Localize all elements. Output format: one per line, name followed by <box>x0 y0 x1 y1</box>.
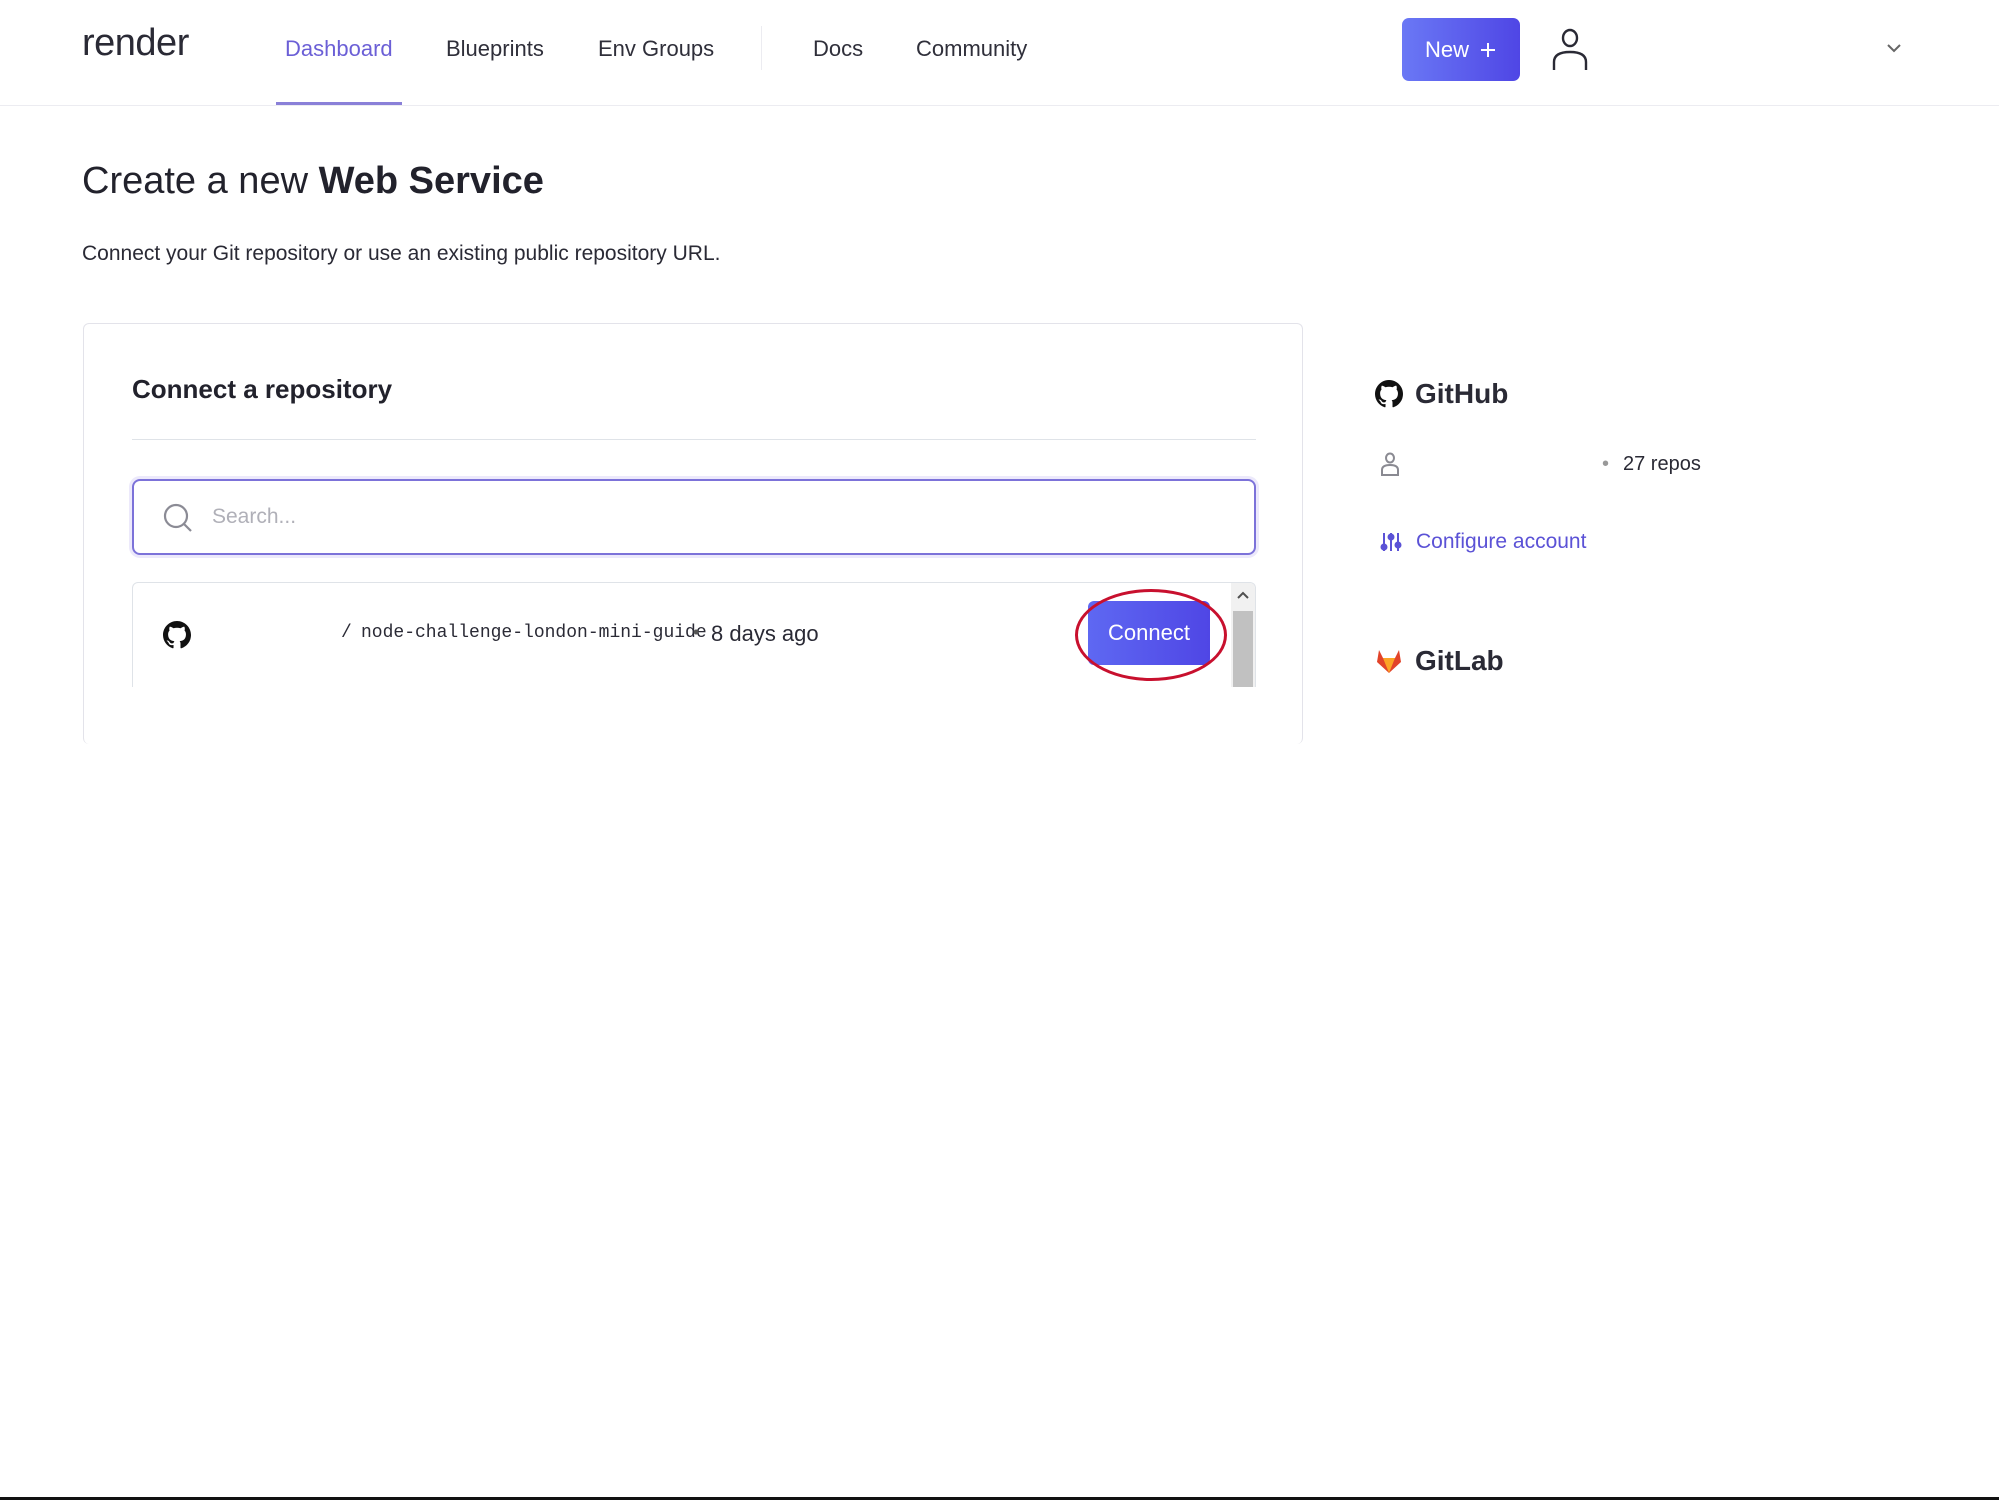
plus-icon <box>1481 42 1495 57</box>
nav-dashboard[interactable]: Dashboard <box>285 36 393 62</box>
nav-env-groups[interactable]: Env Groups <box>598 36 714 62</box>
search-input[interactable] <box>210 491 1214 543</box>
render-logo[interactable]: render <box>82 22 189 65</box>
page-subtitle: Connect your Git repository or use an ex… <box>82 242 721 265</box>
new-button-label: New <box>1424 36 1469 62</box>
gitlab-icon <box>1377 650 1401 673</box>
search-icon <box>163 503 192 532</box>
list-scrollbar[interactable] <box>1231 583 1255 687</box>
configure-account-link[interactable]: Configure account <box>1380 530 1586 554</box>
user-icon <box>1381 452 1399 476</box>
nav-divider <box>761 26 762 70</box>
repo-search-box[interactable] <box>132 479 1256 555</box>
divider <box>132 439 1256 440</box>
nav-blueprints[interactable]: Blueprints <box>446 36 544 62</box>
scroll-up-button[interactable] <box>1231 583 1255 607</box>
top-nav: render Dashboard Blueprints Env Groups D… <box>0 0 1999 106</box>
sliders-icon <box>1380 533 1402 551</box>
user-icon[interactable] <box>1548 26 1592 72</box>
repository-list: / node-challenge-london-mini-guide • 8 d… <box>132 582 1256 687</box>
chevron-down-icon[interactable] <box>1882 36 1906 60</box>
connect-repository-card: Connect a repository / node-challenge-lo… <box>83 323 1303 744</box>
new-button[interactable]: New <box>1402 18 1520 81</box>
bullet-separator: • <box>1602 453 1610 475</box>
scrollbar-thumb[interactable] <box>1233 611 1253 687</box>
repo-list-item: / node-challenge-london-mini-guide • 8 d… <box>133 583 1229 687</box>
repo-updated-time: 8 days ago <box>711 621 819 646</box>
github-label: GitHub <box>1415 378 1509 409</box>
repo-count: 27 repos <box>1623 453 1701 475</box>
active-tab-indicator <box>276 102 402 105</box>
github-heading: GitHub <box>1375 378 1508 410</box>
chevron-up-icon <box>1237 591 1249 599</box>
gitlab-label: GitLab <box>1415 645 1504 676</box>
github-icon <box>163 621 191 649</box>
nav-community[interactable]: Community <box>916 36 1027 62</box>
github-account-row: • 27 repos <box>1380 451 1780 481</box>
configure-account-label: Configure account <box>1416 530 1587 553</box>
repo-name: node-challenge-london-mini-guide <box>361 623 707 643</box>
page-title: Create a new Web Service <box>82 160 544 202</box>
github-icon <box>1375 380 1403 408</box>
repo-owner-separator: / <box>341 623 352 643</box>
bullet-separator: • <box>693 622 700 642</box>
nav-docs[interactable]: Docs <box>813 36 863 62</box>
connect-button[interactable]: Connect <box>1088 601 1210 665</box>
gitlab-heading[interactable]: GitLab <box>1375 645 1504 677</box>
card-title: Connect a repository <box>132 374 393 404</box>
